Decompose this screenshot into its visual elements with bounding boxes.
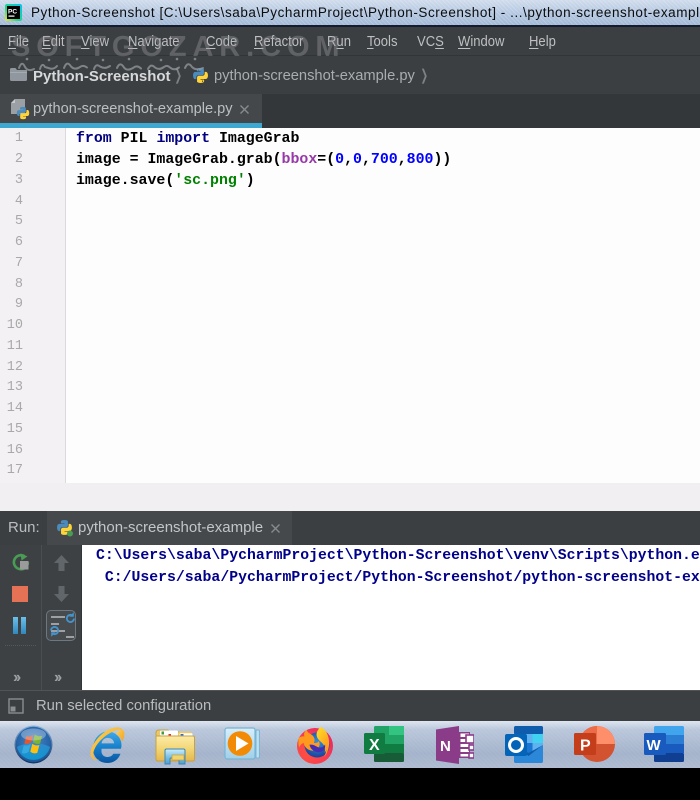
svg-text:PC: PC: [8, 9, 17, 16]
svg-text:N: N: [440, 738, 451, 755]
svg-text:X: X: [369, 737, 380, 754]
svg-text:P: P: [580, 738, 591, 755]
svg-text:W: W: [647, 737, 662, 754]
